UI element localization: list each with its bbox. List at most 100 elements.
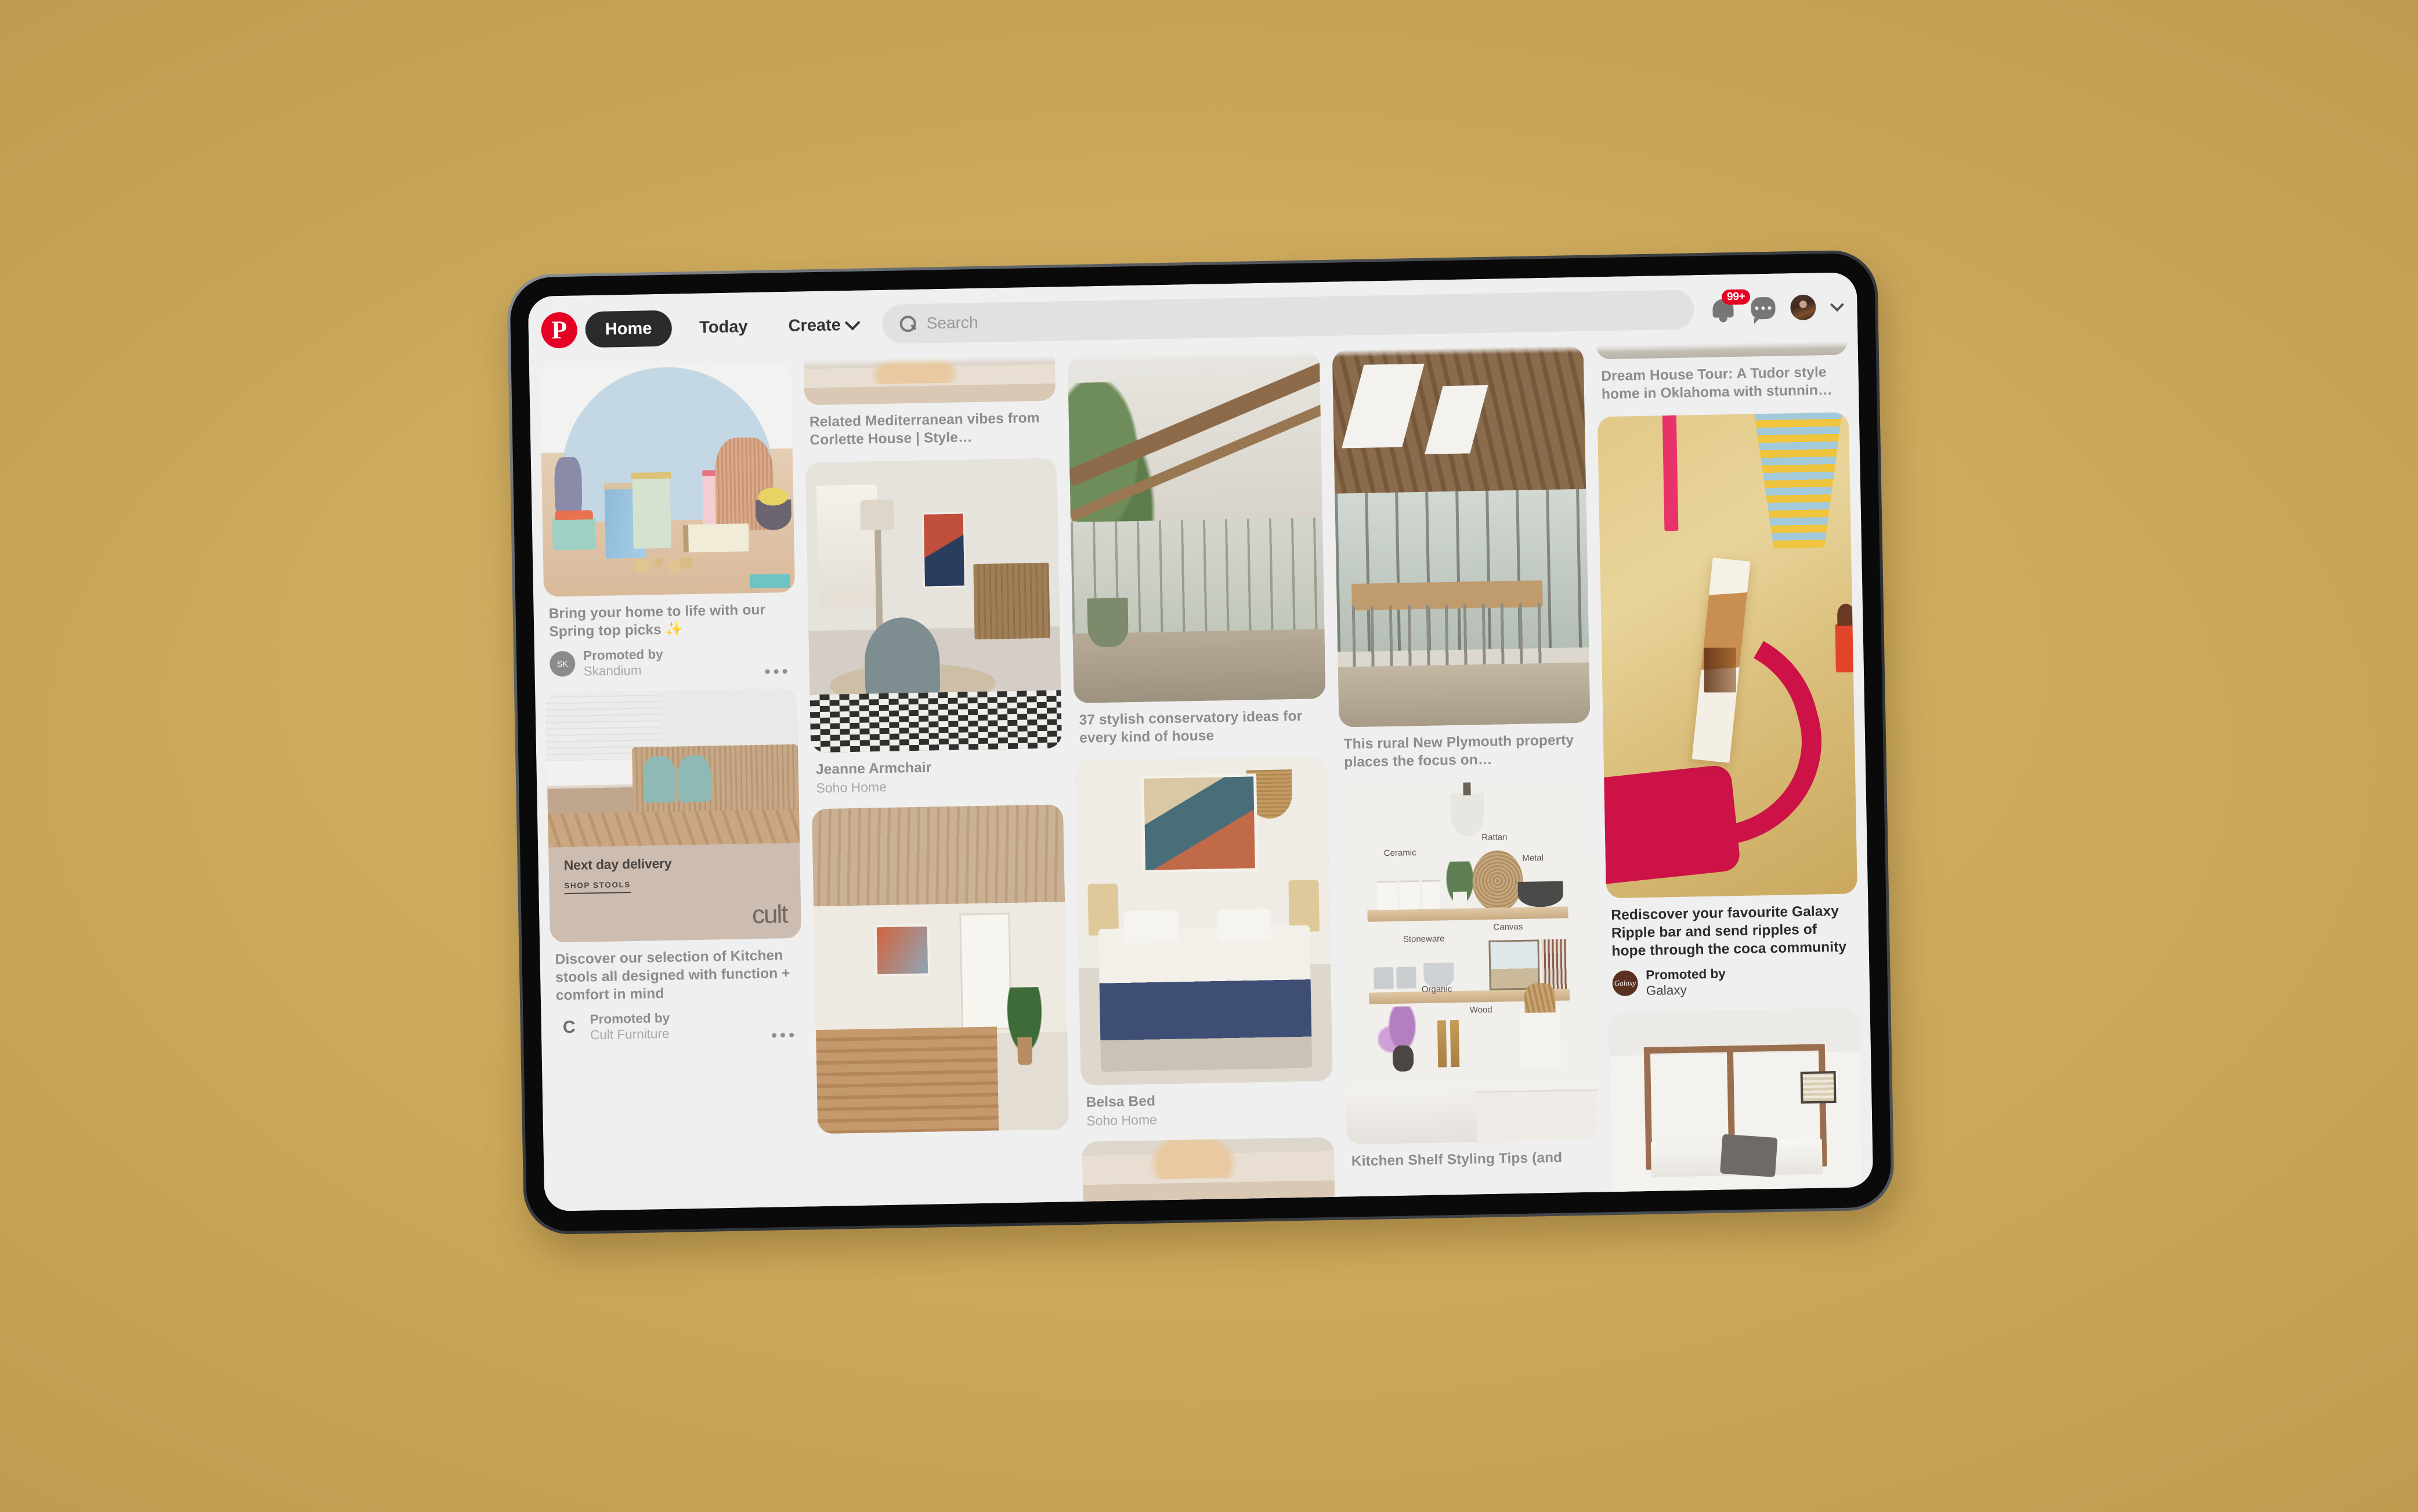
new-plymouth-barn-art [1332,345,1591,728]
masonry-columns: Bring your home to life with our Spring … [539,341,1863,1211]
pin-promoter-row: Galaxy Promoted by Galaxy [1607,956,1859,1000]
promoter-name: Galaxy [1646,982,1687,999]
nav-today-label: Today [699,317,748,337]
pin-promoter-row: C Promoted by Cult Furniture [551,1000,803,1044]
promoter-avatar-initials: SK [556,659,568,669]
shelf-label-wood: Wood [1469,1004,1492,1015]
pin-feed[interactable]: Bring your home to life with our Spring … [529,341,1873,1211]
pin-card-corlette[interactable]: Related Mediterranean vibes from Corlett… [804,355,1057,450]
pin-card-skandium[interactable]: Bring your home to life with our Spring … [539,360,797,680]
shelf-label-canvas: Canvas [1493,921,1523,932]
pin-title: Rediscover your favourite Galaxy Ripple … [1611,903,1847,960]
cult-furniture-ad-art: Next day delivery SHOP STOOLS cult [545,688,802,943]
pin-image-plymouth[interactable] [1332,345,1591,728]
pin-card-galaxy[interactable]: Rediscover your favourite Galaxy Ripple … [1597,412,1860,1000]
promoter-avatar-initials: C [562,1017,576,1037]
pinterest-logo-icon[interactable]: P [541,312,578,349]
galaxy-ripple-ad-art [1597,412,1857,898]
account-menu-chevron-icon[interactable] [1830,297,1844,312]
header-actions: 99+ [1708,289,1844,323]
pinterest-logo-glyph: P [551,315,568,345]
pin-title: Related Mediterranean vibes from Corlett… [809,410,1040,448]
cult-brand-logo: cult [751,899,787,929]
feed-column-5: Dream House Tour: A Tudor style home in … [1596,341,1863,1211]
notifications-button[interactable]: 99+ [1710,289,1751,323]
pin-promoter-row: SK Promoted by Skandium [545,636,797,680]
search-placeholder: Search [926,313,978,332]
message-dot-1 [1755,306,1759,310]
pin-card-stair[interactable] [812,804,1069,1134]
pin-image-corlette[interactable] [804,355,1056,406]
pin-card-conservatory[interactable]: 37 stylish conservatory ideas for every … [1068,350,1327,748]
pin-card-canopy[interactable] [1608,1007,1863,1210]
pin-overflow-menu-icon[interactable] [765,668,787,674]
feed-column-3: 37 stylish conservatory ideas for every … [1068,350,1335,1211]
promoted-by-label: Promoted by [1646,966,1726,982]
shelf-label-ceramic: Ceramic [1383,848,1416,859]
pin-image-stair[interactable] [812,804,1069,1134]
pin-card-jeanne[interactable]: Jeanne Armchair Soho Home [805,458,1063,796]
messages-button[interactable] [1751,296,1776,320]
chevron-down-icon [844,314,861,331]
pin-image-conservatory[interactable] [1068,350,1326,703]
promoter-text: Promoted by Galaxy [1646,965,1726,999]
pin-title: Jeanne Armchair [815,759,932,777]
avatar[interactable] [1790,294,1816,321]
feed-column-1: Bring your home to life with our Spring … [539,360,804,1057]
search-icon [900,316,917,332]
tablet-device: P Home Today Create Search 99+ Bring you… [507,249,1901,1255]
shelf-label-rattan: Rattan [1481,831,1508,842]
pin-title: 37 stylish conservatory ideas for every … [1079,708,1303,747]
pin-card-belsa[interactable]: Belsa Bed Soho Home [1075,755,1333,1129]
promoter-avatar[interactable]: SK [549,650,576,677]
tablet-chassis: P Home Today Create Search 99+ Bring you… [507,249,1895,1235]
promoter-text: Promoted by Cult Furniture [590,1010,670,1043]
pin-title: This rural New Plymouth property places … [1343,732,1574,771]
pin-image-galaxy[interactable] [1597,412,1857,898]
jeanne-armchair-room-art [805,458,1062,753]
message-dot-3 [1768,306,1772,310]
pin-title: Discover our selection of Kitchen stools… [555,947,790,1004]
pin-title: Kitchen Shelf Styling Tips (and [1351,1149,1563,1170]
promoter-avatar-initials: Galaxy [1614,978,1636,988]
pin-image-jeanne[interactable] [805,458,1062,753]
search-input[interactable]: Search [882,290,1695,344]
shelf-label-stoneware: Stoneware [1403,934,1445,945]
pin-image-skandium[interactable] [539,360,796,597]
pin-image-shelf[interactable]: Ceramic Rattan Metal Stoneware Canvas Or… [1339,780,1598,1145]
nav-create-label: Create [788,315,841,335]
nav-today-button[interactable]: Today [680,309,768,346]
pin-title: Belsa Bed [1086,1093,1156,1111]
kitchen-shelf-styling-art: Ceramic Rattan Metal Stoneware Canvas Or… [1339,780,1598,1145]
promoted-by-label: Promoted by [590,1010,670,1027]
shelf-label-organic: Organic [1421,984,1452,994]
pin-card-shelf[interactable]: Ceramic Rattan Metal Stoneware Canvas Or… [1339,780,1598,1170]
belsa-bed-art [1075,755,1333,1086]
nav-home-button[interactable]: Home [585,310,672,348]
wooden-stair-interior-art [812,804,1069,1134]
pin-image-cult[interactable]: Next day delivery SHOP STOOLS cult [545,688,802,943]
pin-card-plymouth[interactable]: This rural New Plymouth property places … [1332,345,1591,772]
promoter-name: Skandium [583,663,642,679]
pin-card-cult[interactable]: Next day delivery SHOP STOOLS cult Disco… [545,688,803,1044]
notification-badge: 99+ [1721,289,1751,305]
promoter-name: Cult Furniture [590,1026,670,1043]
pinterest-app: P Home Today Create Search 99+ Bring you… [527,272,1874,1211]
ad-headline: Next day delivery [563,855,672,873]
pin-image-belsa[interactable] [1075,755,1333,1086]
tablet-screen: P Home Today Create Search 99+ Bring you… [527,272,1874,1211]
skandium-still-life-art [539,360,796,597]
nav-create-dropdown[interactable]: Create [775,306,869,344]
pin-title: Bring your home to life with our Spring … [548,602,766,640]
ad-cta-link[interactable]: SHOP STOOLS [564,880,631,895]
nav-home-label: Home [605,319,652,339]
promoter-avatar[interactable]: C [556,1014,583,1041]
canopy-bed-art [1608,1007,1863,1210]
promoter-avatar[interactable]: Galaxy [1612,970,1638,997]
feed-column-4: This rural New Plymouth property places … [1332,345,1598,1184]
pin-overflow-menu-icon[interactable] [772,1032,794,1038]
pin-image-canopy[interactable] [1608,1007,1863,1210]
pin-card-tudor[interactable]: Dream House Tour: A Tudor style home in … [1596,341,1848,404]
message-dot-2 [1761,306,1765,310]
promoted-by-label: Promoted by [583,646,663,663]
